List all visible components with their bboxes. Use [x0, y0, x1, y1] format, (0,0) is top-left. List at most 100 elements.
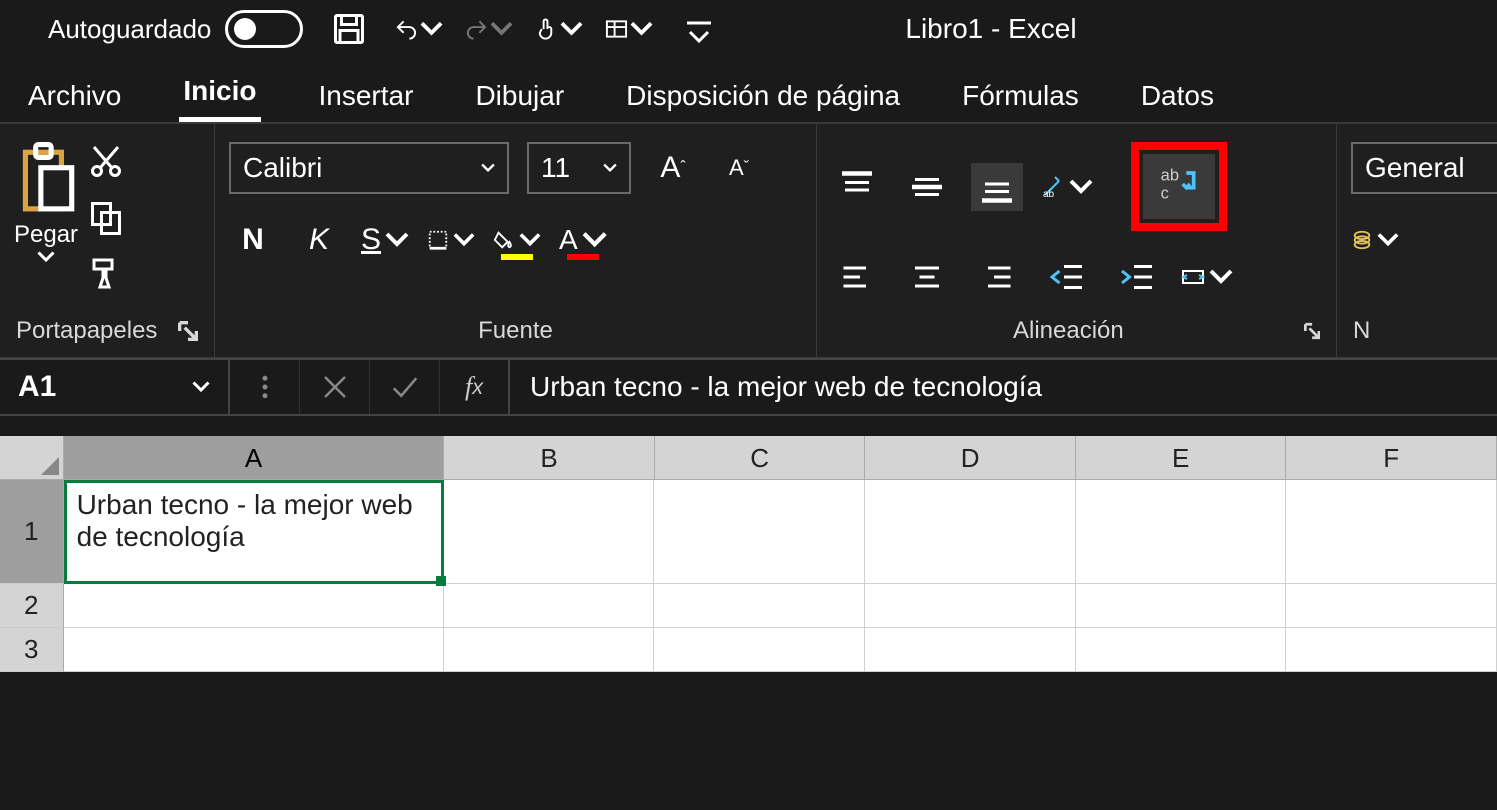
redo-button[interactable]	[465, 7, 513, 51]
align-middle-button[interactable]	[901, 163, 953, 211]
grid-row-1: 1 Urban tecno - la mejor web de tecnolog…	[0, 480, 1497, 584]
cell-e1[interactable]	[1076, 480, 1287, 584]
paste-label: Pegar	[14, 221, 78, 249]
font-name-combo[interactable]: Calibri	[229, 142, 509, 194]
svg-text:ab: ab	[1043, 189, 1055, 200]
align-center-button[interactable]	[901, 253, 953, 301]
save-button[interactable]	[325, 7, 373, 51]
merge-center-button[interactable]	[1181, 253, 1233, 301]
tab-disposicion[interactable]: Disposición de página	[622, 70, 904, 122]
group-alignment: ab abc Alineaci	[817, 124, 1337, 357]
toggle-switch-icon[interactable]	[225, 10, 303, 48]
format-painter-button[interactable]	[88, 254, 124, 295]
number-format-value: General	[1365, 152, 1465, 184]
number-format-combo[interactable]: General	[1351, 142, 1497, 194]
tab-insertar[interactable]: Insertar	[315, 70, 418, 122]
tab-datos[interactable]: Datos	[1137, 70, 1218, 122]
wrap-text-button[interactable]: abc	[1143, 154, 1215, 219]
increase-font-button[interactable]: Aˆ	[649, 144, 697, 192]
align-right-button[interactable]	[971, 253, 1023, 301]
group-font: Calibri 11 Aˆ Aˇ N K S	[215, 124, 817, 357]
touch-mode-button[interactable]	[535, 7, 583, 51]
grid-row-2: 2	[0, 584, 1497, 628]
column-header-e[interactable]: E	[1076, 436, 1287, 480]
chevron-down-icon	[603, 161, 617, 175]
tab-inicio[interactable]: Inicio	[179, 65, 260, 122]
cell-b3[interactable]	[444, 628, 655, 672]
cancel-formula-button[interactable]	[300, 360, 370, 414]
fill-color-button[interactable]	[493, 216, 541, 264]
cell-c3[interactable]	[654, 628, 865, 672]
column-header-f[interactable]: F	[1286, 436, 1497, 480]
group-font-label: Fuente	[478, 317, 553, 345]
cell-a2[interactable]	[64, 584, 444, 628]
dialog-launcher-icon[interactable]	[178, 321, 198, 341]
customize-qat-button[interactable]	[675, 7, 723, 51]
column-header-d[interactable]: D	[865, 436, 1076, 480]
undo-button[interactable]	[395, 7, 443, 51]
cell-b2[interactable]	[444, 584, 655, 628]
ribbon-tabs: Archivo Inicio Insertar Dibujar Disposic…	[0, 58, 1497, 122]
row-header-1[interactable]: 1	[0, 480, 64, 584]
copy-button[interactable]	[88, 199, 124, 240]
cell-d3[interactable]	[865, 628, 1076, 672]
tab-dibujar[interactable]: Dibujar	[471, 70, 568, 122]
font-size-combo[interactable]: 11	[527, 142, 631, 194]
decrease-indent-button[interactable]	[1041, 253, 1093, 301]
orientation-button[interactable]: ab	[1041, 163, 1093, 211]
font-size-value: 11	[541, 152, 570, 184]
align-left-button[interactable]	[831, 253, 883, 301]
cell-c1[interactable]	[654, 480, 865, 584]
row-header-3[interactable]: 3	[0, 628, 64, 672]
svg-text:c: c	[1161, 185, 1169, 203]
underline-button[interactable]: S	[361, 216, 409, 264]
insert-function-button[interactable]: fx	[440, 360, 510, 414]
dialog-launcher-icon[interactable]	[1304, 321, 1320, 341]
accept-formula-button[interactable]	[370, 360, 440, 414]
spreadsheet-view-button[interactable]	[605, 7, 653, 51]
window-title: Libro1 - Excel	[905, 13, 1076, 45]
accounting-format-button[interactable]	[1351, 216, 1399, 264]
wrap-text-highlight: abc	[1131, 142, 1227, 231]
cell-a1[interactable]: Urban tecno - la mejor web de tecnología	[64, 480, 444, 584]
cell-d2[interactable]	[865, 584, 1076, 628]
align-bottom-button[interactable]	[971, 163, 1023, 211]
cut-button[interactable]	[88, 144, 124, 185]
cell-d1[interactable]	[865, 480, 1076, 584]
group-clipboard: Pegar Portapapeles	[0, 124, 215, 357]
chevron-down-icon	[192, 381, 210, 393]
increase-indent-button[interactable]	[1111, 253, 1163, 301]
cell-f3[interactable]	[1286, 628, 1497, 672]
bold-button[interactable]: N	[229, 216, 277, 264]
italic-button[interactable]: K	[295, 216, 343, 264]
cell-a3[interactable]	[64, 628, 444, 672]
cell-f2[interactable]	[1286, 584, 1497, 628]
align-top-button[interactable]	[831, 163, 883, 211]
formula-bar-menu[interactable]	[230, 360, 300, 414]
tab-archivo[interactable]: Archivo	[24, 70, 125, 122]
row-header-2[interactable]: 2	[0, 584, 64, 628]
name-box[interactable]: A1	[0, 360, 230, 414]
font-color-button[interactable]: A	[559, 216, 607, 264]
cell-e2[interactable]	[1076, 584, 1287, 628]
column-header-b[interactable]: B	[444, 436, 655, 480]
column-header-a[interactable]: A	[64, 436, 445, 480]
autosave-toggle[interactable]: Autoguardado	[48, 10, 303, 48]
paste-button[interactable]: Pegar	[14, 142, 78, 263]
borders-button[interactable]	[427, 216, 475, 264]
cell-e3[interactable]	[1076, 628, 1287, 672]
cell-f1[interactable]	[1286, 480, 1497, 584]
decrease-font-button[interactable]: Aˇ	[715, 144, 763, 192]
chevron-down-icon	[481, 161, 495, 175]
clipboard-icon	[14, 142, 78, 219]
cell-c2[interactable]	[654, 584, 865, 628]
fill-color-swatch	[501, 254, 533, 260]
spreadsheet-grid: A B C D E F 1 Urban tecno - la mejor web…	[0, 436, 1497, 672]
grid-row-3: 3	[0, 628, 1497, 672]
column-header-c[interactable]: C	[655, 436, 866, 480]
ribbon: Pegar Portapapeles Calibri	[0, 122, 1497, 358]
tab-formulas[interactable]: Fórmulas	[958, 70, 1083, 122]
select-all-corner[interactable]	[0, 436, 64, 480]
formula-bar-content[interactable]: Urban tecno - la mejor web de tecnología	[510, 371, 1497, 403]
cell-b1[interactable]	[444, 480, 655, 584]
